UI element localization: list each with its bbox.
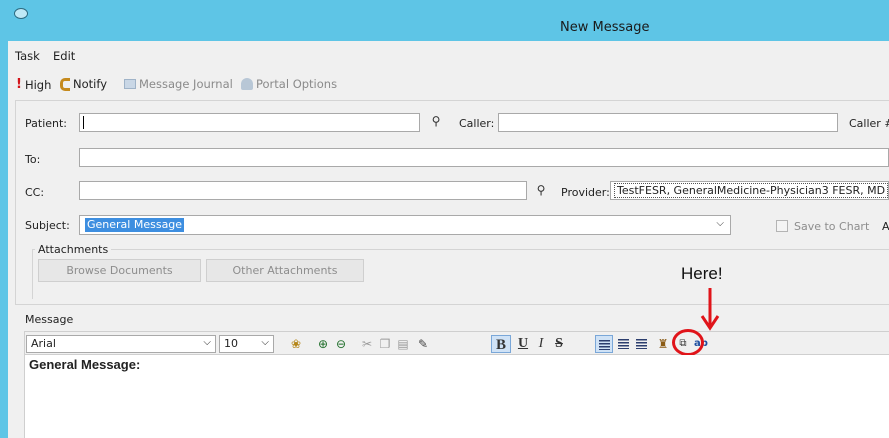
underline-icon[interactable]: U [515, 335, 531, 353]
subject-value: General Message [85, 218, 185, 232]
paste-icon[interactable]: ▤ [395, 335, 411, 353]
cc-input[interactable] [79, 181, 527, 200]
italic-icon[interactable]: I [533, 335, 549, 353]
journal-icon [124, 79, 136, 89]
menu-task[interactable]: Task [15, 49, 40, 63]
window-title: New Message [560, 20, 650, 35]
palette-icon[interactable]: ❀ [287, 335, 305, 353]
provider-label: Provider: [561, 186, 610, 199]
notify-label: Notify [73, 77, 107, 91]
trailing-label: A [882, 220, 889, 233]
subject-select[interactable]: General Message ⌵ [79, 215, 731, 235]
title-bar: New Message [0, 0, 889, 41]
font-size-value: 10 [224, 337, 238, 350]
to-label: To: [25, 153, 41, 166]
align-left-icon[interactable] [595, 335, 613, 353]
exclamation-icon: ! [16, 77, 22, 92]
attachments-legend: Attachments [35, 243, 112, 256]
align-right-icon[interactable] [633, 335, 649, 353]
other-attachments-button[interactable]: Other Attachments [206, 259, 364, 282]
caller-input[interactable] [498, 113, 838, 132]
zoom-in-icon[interactable]: ⊕ [315, 335, 331, 353]
zoom-out-icon[interactable]: ⊖ [333, 335, 349, 353]
binoculars-icon[interactable]: ⚲ [532, 182, 550, 199]
browse-documents-button[interactable]: Browse Documents [38, 259, 201, 282]
chevron-down-icon: ⌵ [203, 337, 211, 348]
message-body-text: General Message: [29, 357, 141, 372]
save-to-chart-label: Save to Chart [794, 220, 870, 233]
copy-icon[interactable]: ❐ [377, 335, 393, 353]
cc-label: CC: [25, 186, 45, 199]
font-size-select[interactable]: 10 ⌵ [219, 335, 274, 353]
portal-icon [241, 78, 253, 90]
save-to-chart-checkbox[interactable] [776, 220, 788, 232]
portal-options-button[interactable]: Portal Options [241, 77, 337, 91]
patient-label: Patient: [25, 117, 68, 130]
strikethrough-icon[interactable]: S [551, 335, 567, 353]
provider-field[interactable]: TestFESR, GeneralMedicine-Physician3 FES… [610, 181, 889, 200]
caller-number-label: Caller # [849, 117, 889, 130]
bold-icon[interactable]: B [491, 335, 511, 353]
align-center-icon[interactable] [615, 335, 631, 353]
format-painter-icon[interactable]: ✎ [415, 335, 431, 353]
phone-icon [60, 77, 70, 91]
format-toolbar: Arial ⌵ 10 ⌵ ❀ ⊕ ⊖ ✂ ❐ ▤ ✎ B U I S ♜ ⧉ a… [24, 331, 889, 355]
caller-label: Caller: [459, 117, 495, 130]
font-name-select[interactable]: Arial ⌵ [26, 335, 216, 353]
message-editor[interactable]: General Message: [24, 355, 889, 438]
toolbar: ! High Notify Message Journal Portal Opt… [8, 74, 889, 94]
high-priority-button[interactable]: ! High [16, 77, 51, 92]
binoculars-icon[interactable]: ⚲ [427, 113, 445, 130]
chevron-down-icon[interactable]: ⌵ [716, 218, 724, 229]
font-name-value: Arial [31, 337, 56, 350]
stamp-icon[interactable]: ♜ [655, 335, 671, 353]
text-cursor [83, 116, 84, 129]
patient-input[interactable] [79, 113, 420, 132]
cut-icon[interactable]: ✂ [359, 335, 375, 353]
app-icon[interactable] [14, 8, 28, 19]
to-input[interactable] [79, 148, 889, 167]
menu-edit[interactable]: Edit [53, 49, 75, 63]
annotation-circle [672, 329, 704, 356]
message-journal-button[interactable]: Message Journal [124, 77, 233, 91]
high-label: High [24, 77, 52, 92]
notify-button[interactable]: Notify [60, 77, 107, 91]
subject-label: Subject: [25, 219, 70, 232]
provider-value: TestFESR, GeneralMedicine-Physician3 FES… [614, 183, 888, 198]
portal-options-label: Portal Options [256, 77, 338, 91]
message-journal-label: Message Journal [139, 77, 233, 91]
annotation-text: Here! [681, 264, 723, 283]
chevron-down-icon: ⌵ [261, 337, 269, 348]
annotation-arrow [700, 288, 720, 331]
message-label: Message [25, 313, 74, 326]
